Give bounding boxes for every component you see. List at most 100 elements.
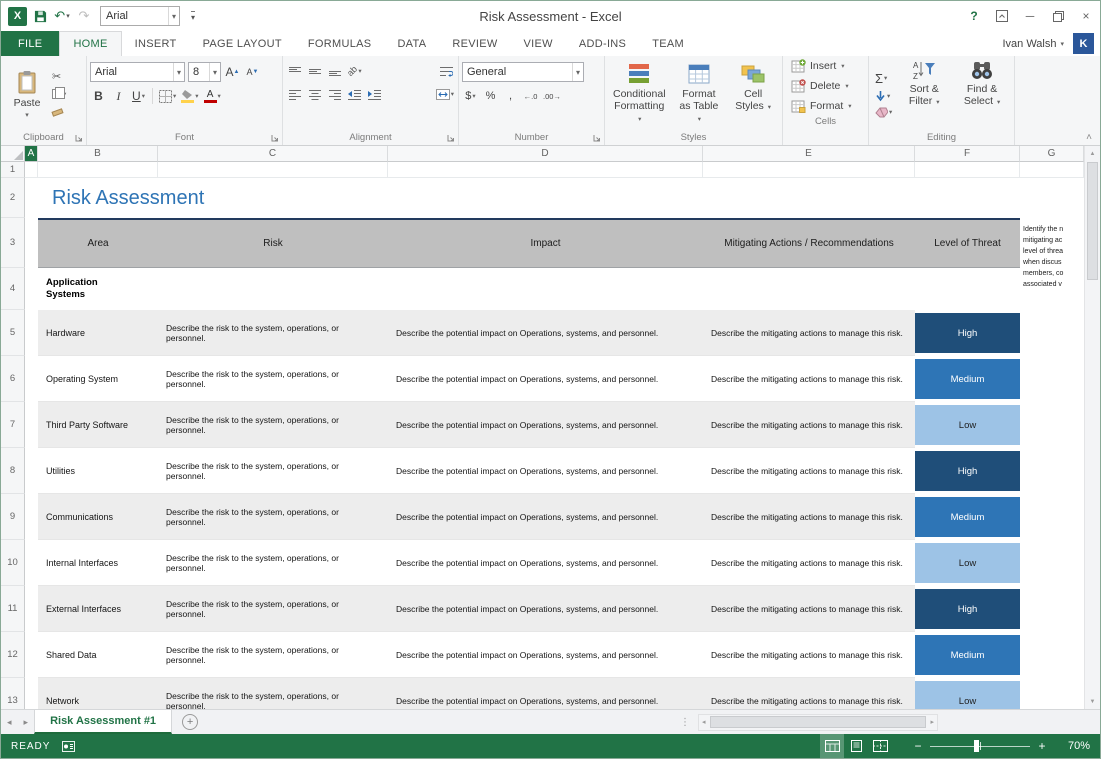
empty-cell[interactable] [25,162,38,178]
redo-icon[interactable]: ↷ [75,6,93,26]
close-icon[interactable]: × [1072,1,1100,31]
header-threat[interactable]: Level of Threat [915,218,1020,268]
cell-area[interactable]: Communications [38,494,158,540]
row-number[interactable]: 7 [1,402,25,448]
hscroll-right-icon[interactable]: ▸ [927,718,937,726]
font-size-select[interactable]: 8▾ [188,62,221,82]
threat-level-cell[interactable]: High [915,586,1020,632]
align-left-icon[interactable] [286,85,303,103]
cut-icon[interactable]: ✂ [52,70,66,83]
cell-risk[interactable]: Describe the risk to the system, operati… [158,586,388,632]
column-header-b[interactable]: B [38,146,158,162]
number-format-select[interactable]: General▾ [462,62,584,82]
row-number[interactable]: 9 [1,494,25,540]
cell-impact[interactable]: Describe the potential impact on Operati… [388,540,703,586]
cell-area[interactable]: Shared Data [38,632,158,678]
ribbon-tab-review[interactable]: REVIEW [439,31,510,56]
cell-area[interactable]: Network [38,678,158,709]
cell-g[interactable] [1020,494,1084,540]
empty-cell[interactable] [388,162,703,178]
cell-impact[interactable]: Describe the potential impact on Operati… [388,632,703,678]
threat-level-cell[interactable]: High [915,448,1020,494]
cell-g[interactable] [1020,356,1084,402]
empty-cell[interactable] [703,162,915,178]
bold-icon[interactable]: B [90,87,107,105]
avatar[interactable]: K [1073,33,1094,54]
sheet-title[interactable]: Risk Assessment [38,178,1084,218]
excel-app-icon[interactable]: X [8,7,27,26]
row-number[interactable]: 13 [1,678,25,709]
empty-cell[interactable] [158,162,388,178]
increase-decimal-icon[interactable]: ←.0 [522,87,539,105]
ribbon-tab-add-ins[interactable]: ADD-INS [566,31,639,56]
cell-risk[interactable]: Describe the risk to the system, operati… [158,678,388,709]
threat-level-cell[interactable]: Low [915,402,1020,448]
cell-impact[interactable]: Describe the potential impact on Operati… [388,494,703,540]
clear-icon[interactable]: ▾ [875,107,892,118]
zoom-slider-thumb[interactable] [974,740,979,752]
collapse-ribbon-icon[interactable]: ˄ [1086,132,1092,143]
font-dialog-launcher-icon[interactable] [271,134,279,142]
cell-a[interactable] [25,310,38,356]
qat-font-select[interactable]: Arial▾ [100,6,180,26]
cell-risk[interactable]: Describe the risk to the system, operati… [158,540,388,586]
cell-g[interactable] [1020,310,1084,356]
ribbon-tab-formulas[interactable]: FORMULAS [295,31,385,56]
column-header-g[interactable]: G [1020,146,1084,162]
header-area[interactable]: Area [38,218,158,268]
comma-style-icon[interactable]: , [502,87,519,105]
hscroll-left-icon[interactable]: ◂ [699,718,709,726]
cell-actions[interactable]: Describe the mitigating actions to manag… [703,494,915,540]
cell-g[interactable] [1020,448,1084,494]
align-top-icon[interactable] [286,62,303,80]
sheet-tab-risk-assessment[interactable]: Risk Assessment #1 [34,710,172,734]
cell-actions[interactable]: Describe the mitigating actions to manag… [703,310,915,356]
delete-cells-button[interactable]: Delete▾ [791,79,860,93]
macro-record-icon[interactable] [58,741,79,752]
cell-a[interactable] [25,448,38,494]
cell-actions[interactable]: Describe the mitigating actions to manag… [703,448,915,494]
cell-impact[interactable]: Describe the potential impact on Operati… [388,402,703,448]
row-number[interactable]: 10 [1,540,25,586]
merge-center-icon[interactable]: ▾ [435,85,455,103]
vertical-scroll-thumb[interactable] [1087,162,1098,280]
cell-risk[interactable]: Describe the risk to the system, operati… [158,402,388,448]
increase-indent-icon[interactable] [366,85,383,103]
align-center-icon[interactable] [306,85,323,103]
align-right-icon[interactable] [326,85,343,103]
paste-button[interactable]: Paste ▾ [4,59,50,129]
cell-impact[interactable]: Describe the potential impact on Operati… [388,586,703,632]
decrease-font-size-icon[interactable]: A▼ [244,63,261,81]
cell-impact[interactable]: Describe the potential impact on Operati… [388,356,703,402]
cell-a[interactable] [25,402,38,448]
minimize-icon[interactable]: ─ [1016,1,1044,31]
cell-area[interactable]: Third Party Software [38,402,158,448]
number-dialog-launcher-icon[interactable] [593,134,601,142]
cell-area[interactable]: Operating System [38,356,158,402]
zoom-slider[interactable] [928,734,1032,758]
clipped-note-text[interactable]: Identify the nmitigating aclevel of thre… [1023,224,1081,290]
horizontal-scroll-thumb[interactable] [710,716,927,728]
cell-a[interactable] [25,678,38,709]
row-number[interactable]: 8 [1,448,25,494]
format-cells-button[interactable]: Format▾ [791,99,860,113]
normal-view-icon[interactable] [820,734,844,758]
ribbon-tab-page-layout[interactable]: PAGE LAYOUT [190,31,295,56]
orientation-icon[interactable]: ab▾ [346,62,363,80]
cell-actions[interactable]: Describe the mitigating actions to manag… [703,632,915,678]
accounting-format-icon[interactable]: $▾ [462,87,479,105]
threat-level-cell[interactable]: High [915,310,1020,356]
cell-area[interactable]: Utilities [38,448,158,494]
empty-cell[interactable] [25,178,38,218]
save-icon[interactable] [31,6,49,26]
row-number[interactable]: 2 [1,178,25,218]
cell-a[interactable] [25,540,38,586]
row-number[interactable]: 4 [1,268,25,310]
wrap-text-icon[interactable] [438,62,455,80]
cell-a[interactable] [25,586,38,632]
header-actions[interactable]: Mitigating Actions / Recommendations [703,218,915,268]
page-layout-view-icon[interactable] [844,734,868,758]
horizontal-scrollbar[interactable]: ◂ ▸ [698,714,938,731]
cell-risk[interactable]: Describe the risk to the system, operati… [158,356,388,402]
percent-style-icon[interactable]: % [482,87,499,105]
